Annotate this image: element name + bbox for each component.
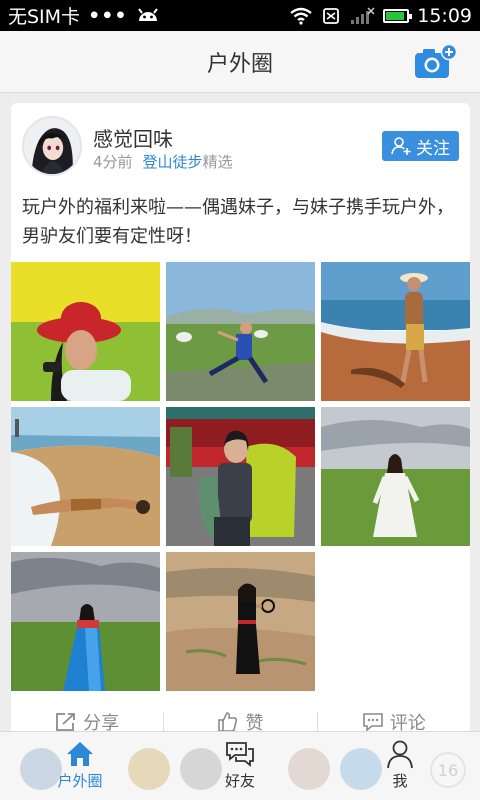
nav-label-outdoor-circle: 户外圈 — [57, 772, 103, 790]
status-bar: 无SIM卡 ••• 15:09 — [0, 0, 480, 31]
signal-icon — [351, 6, 375, 24]
photo-beach-hat[interactable] — [321, 262, 470, 401]
post-time: 4分前 — [93, 153, 133, 171]
thumbs-up-icon — [218, 712, 238, 732]
camera-add-icon[interactable] — [414, 44, 458, 80]
nav-label-me: 我 — [392, 772, 408, 790]
wifi-icon — [290, 7, 312, 25]
post-card[interactable]: 感觉回味 4分前 登山徒步精选 关注 玩户外的福利来啦——偶遇妹子，与妹子携手玩… — [11, 103, 470, 743]
person-icon — [387, 740, 413, 769]
carrier-text: 无SIM卡 — [8, 6, 81, 28]
nav-tab-friends[interactable]: 好友 — [200, 738, 280, 791]
android-icon — [137, 7, 158, 21]
background-avatar — [288, 748, 330, 790]
follow-button[interactable]: 关注 — [382, 131, 459, 161]
chat-bubbles-icon — [226, 742, 254, 767]
post-text: 玩户外的福利来啦——偶遇妹子，与妹子携手玩户外，男驴友们要有定性呀！ — [22, 197, 454, 247]
follow-label: 关注 — [416, 138, 450, 159]
photo-blue-dress[interactable] — [11, 552, 160, 691]
background-avatar — [128, 748, 170, 790]
photo-grassland-jump[interactable] — [166, 262, 315, 401]
nav-tab-me[interactable]: 我 — [360, 738, 440, 791]
username[interactable]: 感觉回味 — [93, 123, 173, 152]
photo-lying-on-beach[interactable] — [11, 407, 160, 546]
page-title: 户外圈 — [206, 51, 273, 77]
notification-dots: ••• — [88, 4, 128, 27]
home-icon — [67, 742, 93, 766]
share-icon — [56, 713, 76, 731]
bottom-nav: 16 户外圈 好友 我 — [0, 731, 480, 800]
nav-tab-outdoor-circle[interactable]: 户外圈 — [40, 738, 120, 791]
featured-label: 精选 — [202, 153, 233, 171]
photo-green-backpack[interactable] — [166, 407, 315, 546]
comment-icon — [363, 713, 383, 732]
photo-black-dress-hills[interactable] — [166, 552, 315, 691]
battery-icon — [383, 8, 413, 23]
data-off-icon — [323, 7, 340, 24]
clock: 15:09 — [417, 4, 472, 27]
add-person-icon — [391, 137, 411, 155]
category-tag[interactable]: 登山徒步 — [143, 153, 203, 171]
avatar[interactable] — [22, 116, 82, 176]
post-meta: 4分前 登山徒步精选 — [93, 151, 233, 172]
app-header: 户外圈 — [0, 31, 480, 93]
photo-white-dress-grassland[interactable] — [321, 407, 470, 546]
nav-label-friends: 好友 — [224, 772, 255, 790]
photo-red-hat-phone[interactable] — [11, 262, 160, 401]
